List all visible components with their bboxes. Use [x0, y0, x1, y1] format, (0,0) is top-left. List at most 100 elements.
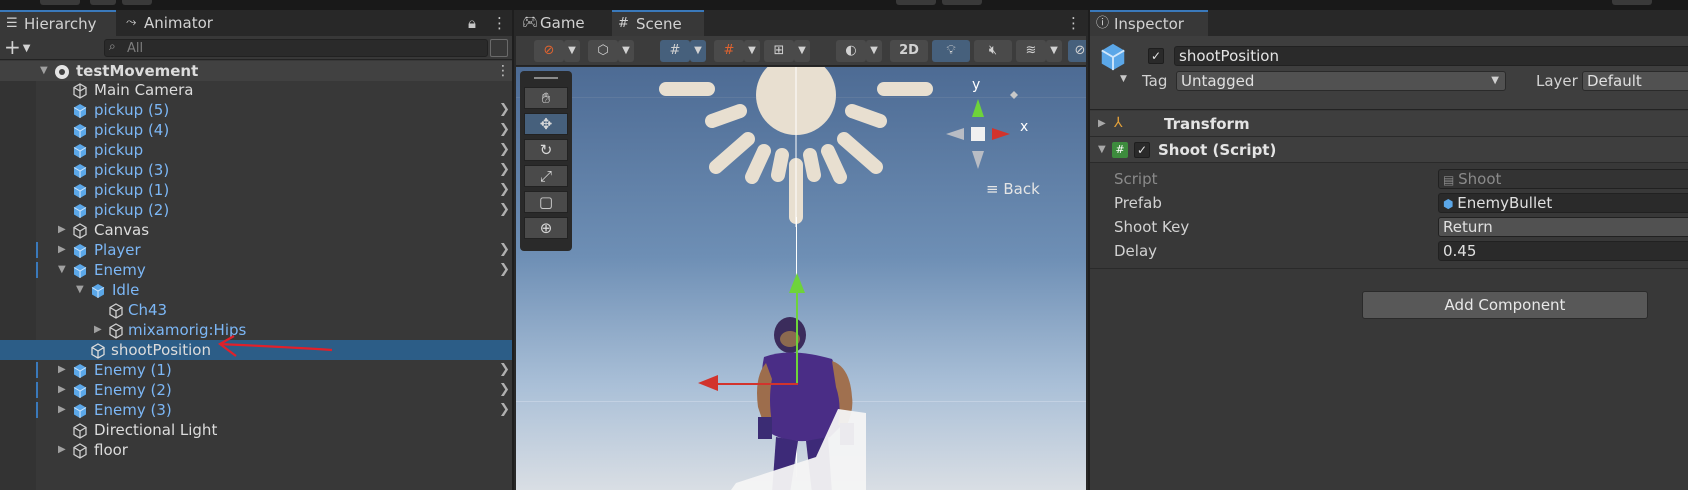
- gizmo-tool-button[interactable]: ⊘: [534, 40, 564, 62]
- chevron-down-icon[interactable]: ▼: [866, 40, 882, 62]
- x-arrow-icon[interactable]: [698, 375, 718, 391]
- expand-arrow-icon[interactable]: ▶: [58, 240, 66, 260]
- chevron-down-icon[interactable]: ▼: [690, 40, 706, 62]
- tab-game[interactable]: 🎮︎ Game: [516, 10, 608, 36]
- y-axis-handle[interactable]: [796, 287, 798, 383]
- rect-tool-button[interactable]: ▢: [524, 191, 568, 213]
- list-item[interactable]: ▶ Canvas: [0, 220, 512, 240]
- chevron-down-icon[interactable]: ▼: [744, 40, 760, 62]
- chevron-right-icon[interactable]: ❯: [499, 200, 510, 220]
- transform-component-header[interactable]: ▶ ⅄ Transform: [1090, 111, 1688, 137]
- list-item[interactable]: pickup (1) ❯: [0, 180, 512, 200]
- transform-tool-button[interactable]: ⊕: [524, 217, 568, 239]
- delay-input[interactable]: 0.45: [1438, 241, 1688, 261]
- search-by-type-button[interactable]: [490, 39, 508, 57]
- add-component-button[interactable]: Add Component: [1362, 291, 1648, 319]
- expand-arrow-icon[interactable]: ▶: [58, 220, 66, 240]
- scene-viewport[interactable]: y x ≡ Back ✋︎ ✥ ↻ ⤢ ▢ ⊕: [516, 67, 1086, 490]
- list-item[interactable]: ▶ Enemy (2) ❯: [0, 380, 512, 400]
- list-item[interactable]: ▼ Enemy ❯: [0, 260, 512, 280]
- tab-scene[interactable]: # Scene: [612, 10, 704, 36]
- list-item[interactable]: pickup (5) ❯: [0, 100, 512, 120]
- list-item[interactable]: pickup (4) ❯: [0, 120, 512, 140]
- increment-snap-button[interactable]: #: [714, 40, 744, 62]
- expand-arrow-icon[interactable]: ▼: [1098, 137, 1106, 163]
- tab-inspector[interactable]: ⓘ Inspector: [1090, 10, 1208, 36]
- list-item[interactable]: ▼ Idle: [0, 280, 512, 300]
- scene-visibility-button[interactable]: ⊘: [1068, 40, 1086, 62]
- script-reference-field[interactable]: ▤ Shoot: [1438, 169, 1688, 189]
- expand-arrow-icon[interactable]: ▶: [58, 440, 66, 460]
- list-item[interactable]: pickup (3) ❯: [0, 160, 512, 180]
- scale-tool-button[interactable]: ⤢: [524, 165, 568, 187]
- expand-arrow-icon[interactable]: ▼: [40, 61, 48, 81]
- chevron-right-icon[interactable]: ❯: [499, 100, 510, 120]
- transform-icon: ⅄: [1114, 115, 1123, 131]
- list-item[interactable]: Directional Light: [0, 420, 512, 440]
- grid-snap-button[interactable]: #: [660, 40, 690, 62]
- object-name-field[interactable]: shootPosition: [1174, 46, 1688, 66]
- x-axis-handle[interactable]: [714, 383, 798, 385]
- chevron-right-icon[interactable]: ❯: [499, 240, 510, 260]
- expand-arrow-icon[interactable]: ▼: [76, 280, 84, 300]
- tab-hierarchy[interactable]: ☰ Hierarchy: [0, 10, 116, 36]
- expand-arrow-icon[interactable]: ▶: [58, 400, 66, 420]
- grid-visibility-button[interactable]: ⊞: [764, 40, 794, 62]
- chevron-down-icon[interactable]: ▼: [1046, 40, 1062, 62]
- list-item[interactable]: Ch43: [0, 300, 512, 320]
- component-enabled-checkbox[interactable]: ✓: [1134, 142, 1150, 158]
- expand-arrow-icon[interactable]: ▶: [1098, 111, 1106, 137]
- chevron-down-icon[interactable]: ▼: [618, 40, 634, 62]
- draw-mode-button[interactable]: ⬡: [588, 40, 618, 62]
- chevron-right-icon[interactable]: ❯: [499, 120, 510, 140]
- search-input[interactable]: ⌕ All: [104, 39, 488, 57]
- scene-row[interactable]: ▼ testMovement ⋮: [0, 61, 512, 81]
- kebab-menu-icon[interactable]: ⋮: [496, 61, 510, 81]
- active-checkbox[interactable]: ✓: [1148, 48, 1164, 64]
- rotate-tool-button[interactable]: ↻: [524, 139, 568, 161]
- mute-icon: 🔇︎: [988, 43, 998, 58]
- list-item[interactable]: ▶ Enemy (3) ❯: [0, 400, 512, 420]
- audio-toggle-button[interactable]: 🔇︎: [974, 40, 1012, 62]
- list-item[interactable]: Main Camera: [0, 80, 512, 100]
- prefab-reference-field[interactable]: ⬢ EnemyBullet: [1438, 193, 1688, 213]
- chevron-right-icon[interactable]: ❯: [499, 260, 510, 280]
- y-arrow-icon[interactable]: [789, 273, 805, 293]
- list-item[interactable]: ▶ Enemy (1) ❯: [0, 360, 512, 380]
- layer-dropdown[interactable]: Default: [1582, 71, 1688, 91]
- tag-dropdown[interactable]: Untagged ▼: [1176, 71, 1506, 91]
- shoot-script-component-header[interactable]: ▼ # ✓ Shoot (Script): [1090, 137, 1688, 163]
- chevron-down-icon[interactable]: ▼: [564, 40, 580, 62]
- effects-button[interactable]: ≋: [1016, 40, 1046, 62]
- list-item-selected[interactable]: shootPosition: [0, 335, 512, 360]
- chevron-right-icon[interactable]: ❯: [499, 360, 510, 380]
- tab-animator[interactable]: ⤳ Animator: [120, 10, 240, 36]
- lock-icon[interactable]: 🔒︎: [468, 14, 476, 32]
- move-tool-button[interactable]: ✥: [524, 113, 568, 135]
- toggle-2d-button[interactable]: 2D: [890, 40, 928, 62]
- kebab-menu-icon[interactable]: ⋮: [492, 14, 507, 32]
- chevron-right-icon[interactable]: ❯: [499, 380, 510, 400]
- list-item[interactable]: ▶ floor: [0, 440, 512, 460]
- grid-icon: #: [618, 16, 629, 31]
- expand-arrow-icon[interactable]: ▶: [94, 320, 102, 340]
- chevron-right-icon[interactable]: ❯: [499, 400, 510, 420]
- list-item[interactable]: pickup ❯: [0, 140, 512, 160]
- shading-mode-button[interactable]: ◐: [836, 40, 866, 62]
- chevron-down-icon[interactable]: ▼: [794, 40, 810, 62]
- expand-arrow-icon[interactable]: ▶: [58, 360, 66, 380]
- kebab-menu-icon[interactable]: ⋮: [1066, 14, 1081, 32]
- create-button[interactable]: + ▼: [4, 36, 30, 63]
- chevron-down-icon[interactable]: ▼: [1120, 74, 1127, 84]
- chevron-right-icon[interactable]: ❯: [499, 160, 510, 180]
- shoot-key-dropdown[interactable]: Return: [1438, 217, 1688, 237]
- expand-arrow-icon[interactable]: ▶: [58, 380, 66, 400]
- chevron-right-icon[interactable]: ❯: [499, 180, 510, 200]
- lighting-toggle-button[interactable]: 💡︎: [932, 40, 970, 62]
- hand-tool-button[interactable]: ✋︎: [524, 87, 568, 109]
- chevron-right-icon[interactable]: ❯: [499, 140, 510, 160]
- list-item[interactable]: ▶ Player ❯: [0, 240, 512, 260]
- back-view-label[interactable]: ≡ Back: [986, 180, 1040, 198]
- list-item[interactable]: pickup (2) ❯: [0, 200, 512, 220]
- expand-arrow-icon[interactable]: ▼: [58, 260, 66, 280]
